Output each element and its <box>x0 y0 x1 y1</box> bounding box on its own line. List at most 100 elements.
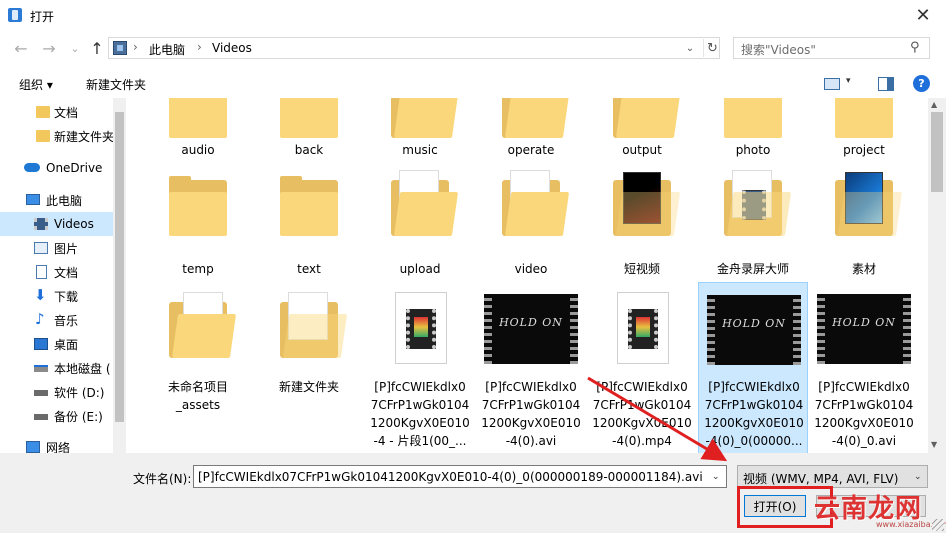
folder-item[interactable]: output <box>587 98 697 164</box>
sidebar-item-local-disk-c[interactable]: 本地磁盘 ( <box>0 356 113 380</box>
sidebar-item-desktop[interactable]: 桌面 <box>0 332 113 356</box>
folder-item[interactable]: photo <box>698 98 808 164</box>
file-name: 未命名项目 _assets <box>167 380 228 412</box>
view-options-dropdown[interactable]: ▾ <box>846 76 851 86</box>
folder-item[interactable]: 素材 <box>809 172 919 284</box>
sidebar-item-drive-d[interactable]: 软件 (D:) <box>0 380 113 404</box>
folder-item[interactable]: 短视频 <box>587 172 697 284</box>
folder-item[interactable]: text <box>254 172 364 284</box>
folder-icon <box>613 98 681 138</box>
preview-pane-icon[interactable] <box>878 77 894 91</box>
sidebar-item-music[interactable]: ♪ 音乐 <box>0 308 113 332</box>
file-item[interactable]: HOLD ON [P]fcCWIEkdlx0 7CFrP1wGk0104 120… <box>809 284 919 453</box>
sidebar-item-label: Videos <box>54 217 94 231</box>
sidebar-item-label: 此电脑 <box>46 193 83 208</box>
sidebar-item-new-folder[interactable]: 新建文件夹 <box>0 124 114 148</box>
folder-item[interactable]: music <box>365 98 475 164</box>
recent-locations-button[interactable]: ⌄ <box>64 38 86 58</box>
folder-item[interactable]: video <box>476 170 586 284</box>
file-name: text <box>297 262 321 276</box>
folder-icon <box>169 98 227 138</box>
file-name: 金舟录屏大师 <box>716 262 789 276</box>
file-name: back <box>294 143 324 157</box>
organize-button[interactable]: 组织 ▾ <box>19 76 53 93</box>
file-name: 素材 <box>851 262 876 276</box>
file-name: photo <box>735 143 771 157</box>
up-button[interactable]: ↑ <box>86 38 108 58</box>
sidebar-item-label: 文档 <box>54 265 79 280</box>
cloud-icon <box>24 163 40 172</box>
video-thumbnail: HOLD ON <box>707 295 801 365</box>
folder-icon <box>169 292 237 358</box>
sidebar-item-videos[interactable]: Videos <box>0 212 113 236</box>
close-button[interactable]: ✕ <box>900 0 946 31</box>
help-icon[interactable]: ? <box>913 75 930 92</box>
drive-icon <box>34 365 48 372</box>
file-type-dropdown-icon[interactable]: ⌄ <box>914 472 922 482</box>
folder-item[interactable]: temp <box>143 172 253 284</box>
content-scrollbar-thumb[interactable] <box>931 112 943 192</box>
file-item[interactable]: HOLD ON [P]fcCWIEkdlx0 7CFrP1wGk0104 120… <box>476 284 586 453</box>
new-folder-button[interactable]: 新建文件夹 <box>86 76 146 93</box>
sidebar-item-documents[interactable]: 文档 <box>0 260 113 284</box>
file-name: upload <box>399 262 441 276</box>
folder-item[interactable]: project <box>809 98 919 164</box>
file-name: [P]fcCWIEkdlx0 7CFrP1wGk0104 1200KgvX0E0… <box>370 380 470 448</box>
folder-item[interactable]: upload <box>365 170 475 284</box>
refresh-button[interactable]: ↻ <box>703 39 721 57</box>
resize-grip-icon[interactable] <box>932 519 944 531</box>
file-item[interactable]: [P]fcCWIEkdlx0 7CFrP1wGk0104 1200KgvX0E0… <box>365 284 475 453</box>
folder-item[interactable]: 未命名项目 _assets <box>143 284 253 453</box>
video-file-icon <box>395 292 447 364</box>
folder-icon <box>280 98 338 138</box>
watermark: 云南龙网 www.xiazaiba.com <box>806 486 946 531</box>
address-bar[interactable]: › 此电脑 › Videos ⌄ ↻ <box>108 37 720 59</box>
sidebar-item-pictures[interactable]: 图片 <box>0 236 113 260</box>
forward-button[interactable]: → <box>38 38 60 58</box>
file-name: 短视频 <box>623 262 660 276</box>
video-folder-icon <box>34 218 48 230</box>
file-name: [P]fcCWIEkdlx0 7CFrP1wGk0104 1200KgvX0E0… <box>814 380 914 448</box>
address-dropdown-icon[interactable]: ⌄ <box>681 39 699 57</box>
file-type-value: 视频 (WMV, MP4, AVI, FLV) <box>743 472 899 486</box>
sidebar-item-network[interactable]: 网络 <box>0 435 113 453</box>
title-bar: 打开 ✕ <box>0 0 946 31</box>
sidebar-item-onedrive[interactable]: OneDrive <box>0 156 113 180</box>
back-button[interactable]: ← <box>10 38 32 58</box>
folder-icon <box>391 98 459 138</box>
drive-icon <box>34 390 48 396</box>
folder-icon <box>280 292 348 358</box>
folder-item[interactable]: 金舟录屏大师 <box>698 170 808 284</box>
sidebar-item-documents-quick[interactable]: 文档 <box>0 100 113 124</box>
filename-value: [P]fcCWIEkdlx07CFrP1wGk01041200KgvX0E010… <box>198 470 703 484</box>
breadcrumb-separator: › <box>133 40 138 54</box>
folder-icon <box>613 172 681 236</box>
music-icon: ♪ <box>35 310 45 328</box>
folder-icon <box>36 106 50 118</box>
folder-item[interactable]: 新建文件夹 <box>254 284 364 453</box>
folder-item[interactable]: back <box>254 98 364 164</box>
scroll-up-arrow-icon[interactable]: ▲ <box>931 100 937 109</box>
sidebar-scrollbar-thumb[interactable] <box>115 112 124 422</box>
change-view-icon[interactable] <box>824 78 840 90</box>
search-placeholder: 搜索"Videos" <box>741 43 816 57</box>
folder-item[interactable]: audio <box>143 98 253 164</box>
network-icon <box>26 441 40 453</box>
folder-item[interactable]: operate <box>476 98 586 164</box>
filename-dropdown-icon[interactable]: ⌄ <box>712 472 720 482</box>
file-name: 新建文件夹 <box>278 380 339 394</box>
desktop-icon <box>34 338 48 350</box>
folder-icon <box>391 170 459 236</box>
video-file-icon <box>617 292 669 364</box>
breadcrumb-videos[interactable]: Videos <box>212 41 252 55</box>
search-icon[interactable]: ⚲ <box>910 40 920 55</box>
breadcrumb-this-pc[interactable]: 此电脑 <box>149 41 185 58</box>
folder-icon <box>724 170 792 236</box>
search-input[interactable]: 搜索"Videos" ⚲ <box>733 37 930 59</box>
sidebar-item-drive-e[interactable]: 备份 (E:) <box>0 404 113 428</box>
folder-icon <box>169 176 227 236</box>
sidebar-item-this-pc[interactable]: 此电脑 <box>0 188 113 212</box>
scroll-down-arrow-icon[interactable]: ▼ <box>931 440 937 449</box>
file-type-select[interactable]: 视频 (WMV, MP4, AVI, FLV) ⌄ <box>737 465 928 488</box>
sidebar-item-downloads[interactable]: ⬇ 下载 <box>0 284 113 308</box>
